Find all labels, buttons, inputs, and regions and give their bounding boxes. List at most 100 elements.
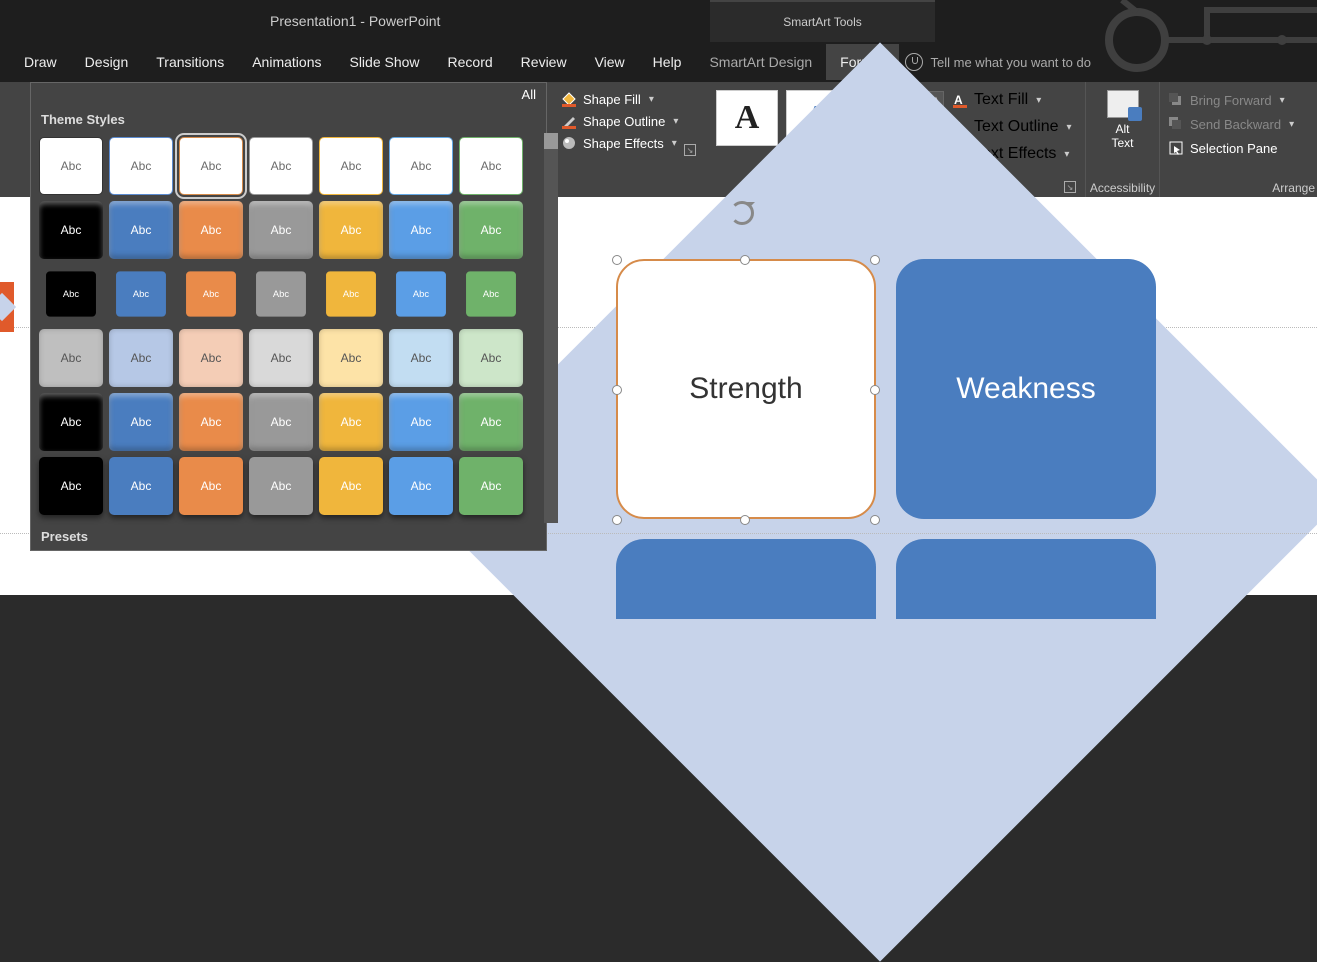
theme-style-swatch[interactable]: Abc xyxy=(109,329,173,387)
theme-style-swatch[interactable]: Abc xyxy=(326,271,376,316)
theme-style-swatch[interactable]: Abc xyxy=(39,137,103,195)
tab-record[interactable]: Record xyxy=(434,44,507,80)
gallery-section-presets: Presets xyxy=(39,523,538,550)
theme-style-swatch[interactable]: Abc xyxy=(109,201,173,259)
chevron-down-icon: ▾ xyxy=(1066,122,1071,133)
svg-text:A: A xyxy=(954,93,963,107)
selection-pane-button[interactable]: Selection Pane xyxy=(1166,136,1313,160)
selection-handle[interactable] xyxy=(612,255,622,265)
theme-style-swatch[interactable]: Abc xyxy=(459,137,523,195)
shape-styles-group: Shape Fill▾ Shape Outline▾ Shape Effects… xyxy=(555,82,700,160)
theme-style-swatch[interactable]: Abc xyxy=(459,329,523,387)
theme-style-swatch[interactable]: Abc xyxy=(39,201,103,259)
theme-style-swatch[interactable]: Abc xyxy=(39,393,103,451)
theme-style-swatch[interactable]: Abc xyxy=(46,271,96,316)
selection-handle[interactable] xyxy=(870,515,880,525)
shape-effects-button[interactable]: Shape Effects▾ xyxy=(559,132,696,154)
selection-handle[interactable] xyxy=(740,255,750,265)
theme-style-swatch[interactable]: Abc xyxy=(39,457,103,515)
theme-style-swatch[interactable]: Abc xyxy=(396,271,446,316)
chevron-down-icon: ▾ xyxy=(1064,149,1069,160)
app-title: Presentation1 - PowerPoint xyxy=(270,13,440,29)
theme-style-swatch[interactable]: Abc xyxy=(186,271,236,316)
theme-style-swatch[interactable]: Abc xyxy=(389,329,453,387)
theme-style-swatch[interactable]: Abc xyxy=(466,271,516,316)
send-backward-icon xyxy=(1168,116,1184,132)
selection-handle[interactable] xyxy=(870,385,880,395)
accessibility-group: AltText Accessibility xyxy=(1085,82,1160,197)
selection-handle[interactable] xyxy=(740,515,750,525)
smartart-box-bottom-right[interactable] xyxy=(896,539,1156,619)
theme-style-swatch[interactable]: Abc xyxy=(319,393,383,451)
bring-forward-icon xyxy=(1168,92,1184,108)
selection-handle[interactable] xyxy=(870,255,880,265)
wordart-preset-1[interactable]: A xyxy=(716,90,778,146)
tab-view[interactable]: View xyxy=(581,44,639,80)
rotation-handle[interactable] xyxy=(730,201,760,231)
theme-style-swatch[interactable]: Abc xyxy=(319,457,383,515)
theme-style-swatch[interactable]: Abc xyxy=(389,137,453,195)
bucket-icon xyxy=(561,91,577,107)
alt-text-icon[interactable] xyxy=(1107,90,1139,118)
bulb-icon xyxy=(905,53,923,71)
tab-draw[interactable]: Draw xyxy=(10,44,71,80)
theme-style-swatch[interactable]: Abc xyxy=(459,201,523,259)
tab-review[interactable]: Review xyxy=(507,44,581,80)
send-backward-button[interactable]: Send Backward▾ xyxy=(1166,112,1313,136)
smartart-box-weakness[interactable]: Weakness xyxy=(896,259,1156,519)
theme-style-swatch[interactable]: Abc xyxy=(179,329,243,387)
theme-style-swatch[interactable]: Abc xyxy=(109,393,173,451)
chevron-down-icon: ▾ xyxy=(1280,95,1285,106)
tell-me-search[interactable]: Tell me what you want to do xyxy=(905,53,1091,71)
gallery-scrollbar[interactable] xyxy=(544,133,558,523)
tab-design[interactable]: Design xyxy=(71,44,143,80)
theme-style-swatch[interactable]: Abc xyxy=(249,329,313,387)
theme-style-swatch[interactable]: Abc xyxy=(319,201,383,259)
theme-style-swatch[interactable]: Abc xyxy=(249,201,313,259)
theme-style-swatch[interactable]: Abc xyxy=(179,201,243,259)
chevron-down-icon: ▾ xyxy=(673,116,678,127)
selection-handle[interactable] xyxy=(612,515,622,525)
tab-slide-show[interactable]: Slide Show xyxy=(335,44,433,80)
bring-forward-button[interactable]: Bring Forward▾ xyxy=(1166,88,1313,112)
arrange-group: Bring Forward▾ Send Backward▾ Selection … xyxy=(1162,82,1317,197)
theme-style-swatch[interactable]: Abc xyxy=(179,393,243,451)
smartart-box-bottom-left[interactable] xyxy=(616,539,876,619)
chevron-down-icon: ▾ xyxy=(1289,119,1294,130)
theme-style-swatch[interactable]: Abc xyxy=(116,271,166,316)
shape-dialog-launcher[interactable]: ↘ xyxy=(684,144,696,156)
smartart-box-strength[interactable]: Strength xyxy=(616,259,876,519)
selection-handle[interactable] xyxy=(612,385,622,395)
tab-animations[interactable]: Animations xyxy=(238,44,335,80)
theme-style-swatch[interactable]: Abc xyxy=(179,457,243,515)
theme-style-swatch[interactable]: Abc xyxy=(389,457,453,515)
gallery-all-filter[interactable]: All xyxy=(522,87,536,102)
tab-transitions[interactable]: Transitions xyxy=(142,44,238,80)
theme-style-swatch[interactable]: Abc xyxy=(109,137,173,195)
shape-outline-button[interactable]: Shape Outline▾ xyxy=(559,110,696,132)
theme-style-swatch[interactable]: Abc xyxy=(319,137,383,195)
accessibility-group-label: Accessibility xyxy=(1086,181,1159,195)
theme-style-swatch[interactable]: Abc xyxy=(39,329,103,387)
theme-style-swatch[interactable]: Abc xyxy=(389,201,453,259)
chevron-down-icon: ▾ xyxy=(1036,95,1041,106)
text-fill-button[interactable]: A Text Fill▾ xyxy=(950,88,1074,112)
tab-help[interactable]: Help xyxy=(639,44,696,80)
theme-style-swatch[interactable]: Abc xyxy=(256,271,306,316)
theme-style-swatch[interactable]: Abc xyxy=(319,329,383,387)
arrange-group-label: Arrange xyxy=(1166,181,1317,195)
theme-style-swatch[interactable]: Abc xyxy=(459,393,523,451)
theme-style-swatch[interactable]: Abc xyxy=(249,457,313,515)
theme-style-swatch[interactable]: Abc xyxy=(249,393,313,451)
theme-style-swatch[interactable]: Abc xyxy=(249,137,313,195)
tab-smartart-design[interactable]: SmartArt Design xyxy=(695,44,826,80)
theme-style-swatch[interactable]: Abc xyxy=(109,457,173,515)
shape-fill-button[interactable]: Shape Fill▾ xyxy=(559,88,696,110)
theme-style-swatch[interactable]: Abc xyxy=(179,137,243,195)
chevron-down-icon: ▾ xyxy=(672,138,677,149)
theme-style-swatch[interactable]: Abc xyxy=(459,457,523,515)
title-bar: Presentation1 - PowerPoint SmartArt Tool… xyxy=(0,0,1317,42)
theme-style-swatch[interactable]: Abc xyxy=(389,393,453,451)
chevron-down-icon: ▾ xyxy=(649,94,654,105)
wordart-dialog-launcher[interactable]: ↘ xyxy=(1064,181,1076,193)
